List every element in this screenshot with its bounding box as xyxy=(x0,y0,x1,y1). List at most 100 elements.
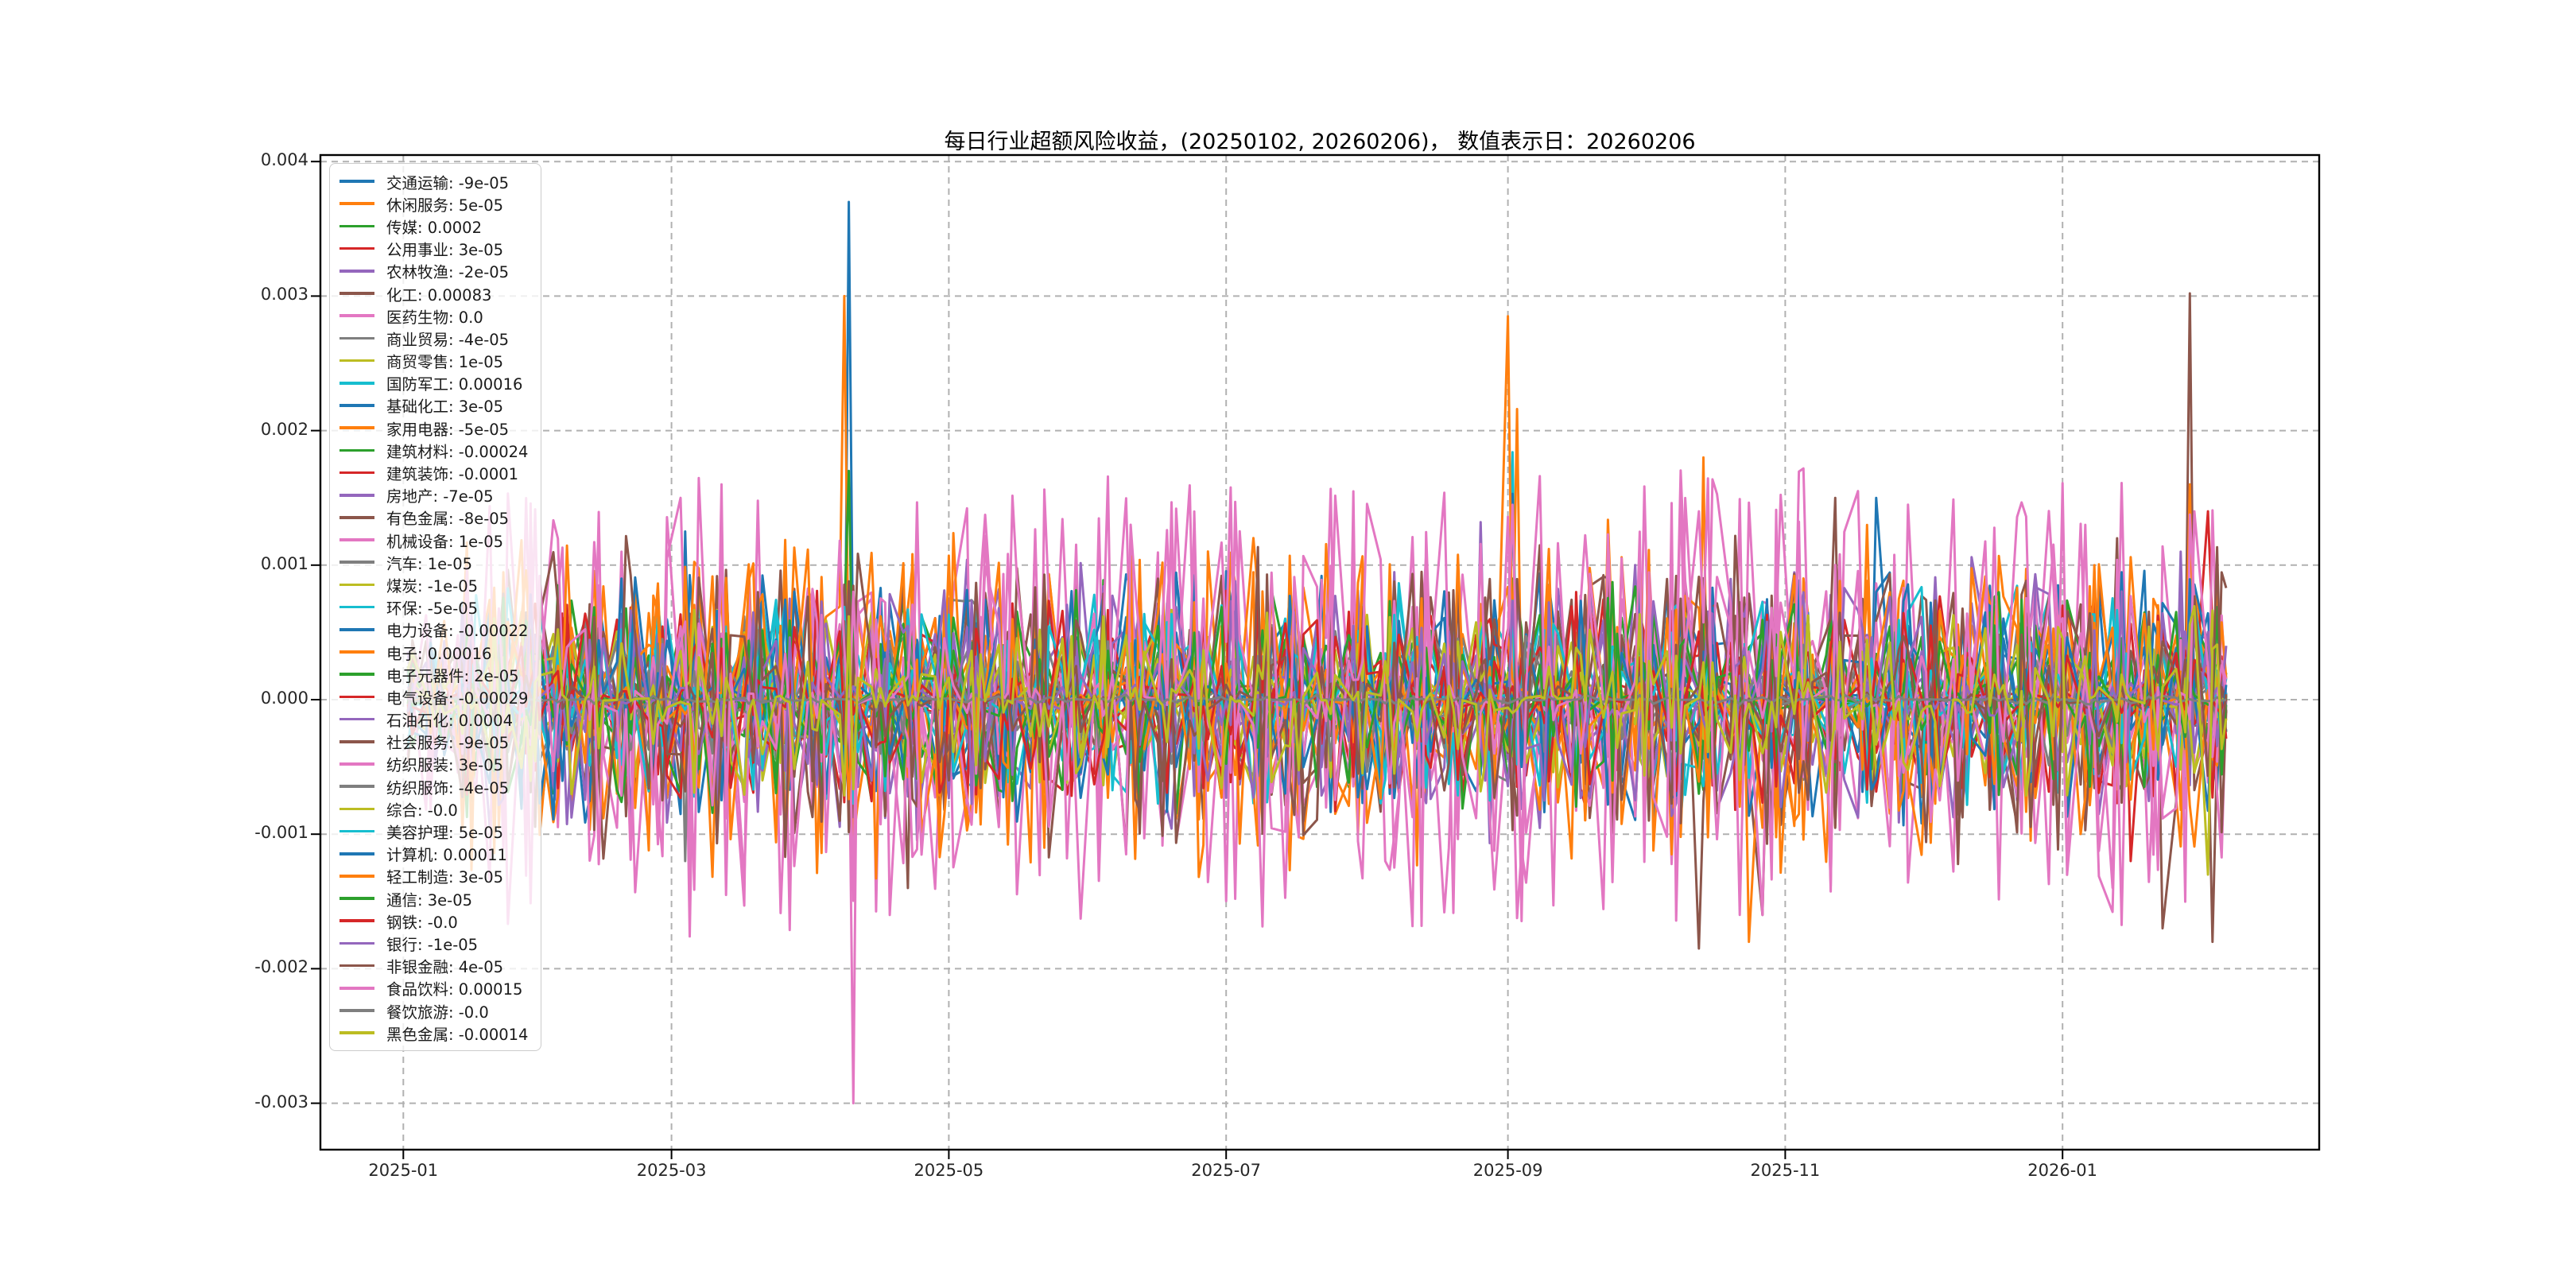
x-tick-label: 2025-05 xyxy=(914,1161,984,1180)
legend-label: 机械设备: 1e-05 xyxy=(386,532,504,551)
legend-line-sample xyxy=(339,270,374,273)
legend-item: 煤炭: -1e-05 xyxy=(338,573,528,596)
legend-line-sample xyxy=(339,852,374,855)
legend-item: 石油石化: 0.0004 xyxy=(338,708,528,731)
legend-label: 电子: 0.00016 xyxy=(386,644,492,663)
legend-line-sample xyxy=(339,493,374,497)
y-tick-label: 0.000 xyxy=(260,689,308,708)
legend-line-sample xyxy=(339,1009,374,1012)
legend-label: 交通运输: -9e-05 xyxy=(386,173,510,192)
legend-item: 建筑装饰: -0.0001 xyxy=(338,461,528,483)
legend-line-sample xyxy=(339,695,374,699)
legend-item: 黑色金属: -0.00014 xyxy=(338,1022,528,1044)
legend-line-sample xyxy=(339,292,374,295)
legend-line-sample xyxy=(339,673,374,677)
legend-item: 医药生物: 0.0 xyxy=(338,305,528,327)
legend-label: 基础化工: 3e-05 xyxy=(386,398,504,417)
legend-label: 电子元器件: 2e-05 xyxy=(386,666,519,685)
legend-item: 食品饮料: 0.00015 xyxy=(338,977,528,999)
legend-item: 环保: -5e-05 xyxy=(338,596,528,619)
legend-line-sample xyxy=(339,785,374,788)
legend-line-sample xyxy=(339,471,374,475)
legend-item: 纺织服装: 3e-05 xyxy=(338,753,528,775)
legend-item: 国防军工: 0.00016 xyxy=(338,372,528,394)
legend-item: 纺织服饰: -4e-05 xyxy=(338,775,528,797)
legend-line-sample xyxy=(339,202,374,206)
legend-line-sample xyxy=(339,336,374,340)
legend-line-sample xyxy=(339,224,374,228)
legend-line-sample xyxy=(339,807,374,811)
legend-item: 传媒: 0.0002 xyxy=(338,215,528,237)
legend-line-sample xyxy=(339,404,374,407)
legend-label: 传媒: 0.0002 xyxy=(386,218,482,237)
legend-line-sample xyxy=(339,987,374,990)
legend-line-sample xyxy=(339,717,374,721)
legend-line-sample xyxy=(339,628,374,631)
legend-line-sample xyxy=(339,381,374,385)
legend-label: 房地产: -7e-05 xyxy=(386,487,494,506)
x-tick-label: 2025-01 xyxy=(368,1161,439,1180)
legend-line-sample xyxy=(339,359,374,363)
legend-label: 煤炭: -1e-05 xyxy=(386,576,479,596)
legend-label: 电力设备: -0.00022 xyxy=(386,622,529,641)
legend-line-sample xyxy=(339,739,374,743)
legend-line-sample xyxy=(339,561,374,564)
x-tick-label: 2025-07 xyxy=(1191,1161,1262,1180)
legend-label: 计算机: 0.00011 xyxy=(386,846,507,865)
legend-line-sample xyxy=(339,941,374,945)
matplotlib-figure: 每日行业超额风险收益，(20250102, 20260206)， 数值表示日：2… xyxy=(0,0,2576,1288)
legend-label: 商业贸易: -4e-05 xyxy=(386,330,510,349)
legend-line-sample xyxy=(339,875,374,878)
legend-label: 轻工制造: 3e-05 xyxy=(386,868,504,887)
legend-item: 商业贸易: -4e-05 xyxy=(338,327,528,349)
legend-item: 家用电器: -5e-05 xyxy=(338,417,528,439)
legend-item: 汽车: 1e-05 xyxy=(338,551,528,573)
legend-label: 石油石化: 0.0004 xyxy=(386,712,513,731)
legend-label: 国防军工: 0.00016 xyxy=(386,375,523,394)
legend-label: 环保: -5e-05 xyxy=(386,599,479,619)
legend-item: 交通运输: -9e-05 xyxy=(338,170,528,192)
legend-item: 银行: -1e-05 xyxy=(338,932,528,954)
legend-line-sample xyxy=(339,762,374,766)
legend-label: 餐饮旅游: -0.0 xyxy=(386,1003,489,1022)
legend-item: 电气设备: -0.00029 xyxy=(338,685,528,708)
legend-item: 商贸零售: 1e-05 xyxy=(338,350,528,372)
y-tick-label: 0.001 xyxy=(260,553,308,573)
legend-label: 食品饮料: 0.00015 xyxy=(386,980,523,999)
legend-item: 电子: 0.00016 xyxy=(338,641,528,663)
legend-item: 电子元器件: 2e-05 xyxy=(338,663,528,685)
legend-item: 建筑材料: -0.00024 xyxy=(338,439,528,461)
legend-label: 纺织服饰: -4e-05 xyxy=(386,778,510,797)
legend-item: 非银金融: 4e-05 xyxy=(338,955,528,977)
legend-item: 轻工制造: 3e-05 xyxy=(338,865,528,887)
legend-label: 农林牧渔: -2e-05 xyxy=(386,263,510,282)
legend-label: 黑色金属: -0.00014 xyxy=(386,1025,529,1044)
legend-label: 银行: -1e-05 xyxy=(386,935,479,954)
legend-label: 电气设备: -0.00029 xyxy=(386,689,529,708)
legend-line-sample xyxy=(339,650,374,654)
legend-label: 美容护理: 5e-05 xyxy=(386,824,504,843)
legend-label: 汽车: 1e-05 xyxy=(386,554,473,573)
legend-label: 休闲服务: 5e-05 xyxy=(386,196,504,215)
legend-label: 综合: -0.0 xyxy=(386,801,458,820)
y-tick-label: 0.003 xyxy=(260,285,308,305)
y-tick-label: 0.004 xyxy=(260,150,308,170)
legend-line-sample xyxy=(339,605,374,609)
legend-label: 通信: 3e-05 xyxy=(386,890,473,910)
legend-line-sample xyxy=(339,1031,374,1035)
legend-label: 公用事业: 3e-05 xyxy=(386,241,504,260)
legend-item: 农林牧渔: -2e-05 xyxy=(338,260,528,282)
legend-line-sample xyxy=(339,246,374,250)
y-tick-label: -0.002 xyxy=(254,957,308,977)
legend-item: 休闲服务: 5e-05 xyxy=(338,192,528,215)
legend-label: 商贸零售: 1e-05 xyxy=(386,353,504,372)
legend-item: 通信: 3e-05 xyxy=(338,887,528,910)
legend-label: 社会服务: -9e-05 xyxy=(386,734,510,753)
legend-label: 非银金融: 4e-05 xyxy=(386,958,504,977)
legend-line-sample xyxy=(339,829,374,833)
legend-item: 美容护理: 5e-05 xyxy=(338,820,528,842)
legend-line-sample xyxy=(339,314,374,318)
legend-item: 综合: -0.0 xyxy=(338,797,528,820)
legend-line-sample xyxy=(339,964,374,968)
legend-line-sample xyxy=(339,583,374,587)
